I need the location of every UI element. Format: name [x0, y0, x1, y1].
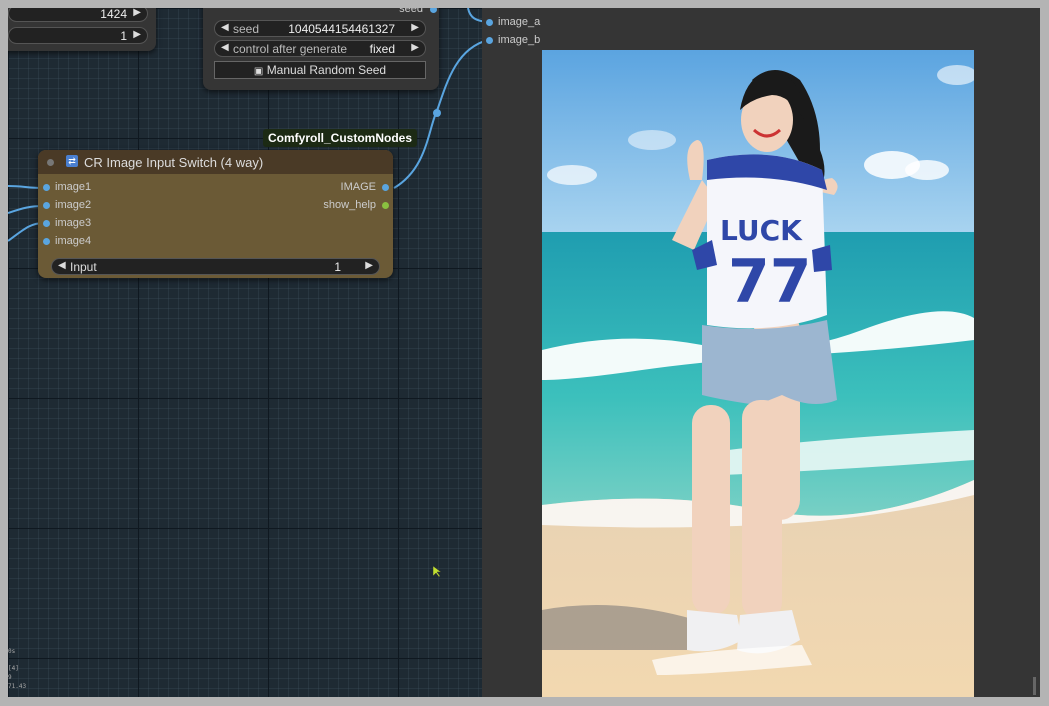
seed-node: seed ◀ seed 1040544154461327 ▶ ◀ control…	[203, 8, 439, 90]
image2-input-port[interactable]	[43, 202, 50, 209]
image3-input-port[interactable]	[43, 220, 50, 227]
comfyroll-tag: Comfyroll_CustomNodes	[263, 129, 418, 147]
mouse-cursor-icon	[433, 566, 442, 578]
shirt-text: LUCK	[720, 214, 803, 247]
seed-output-label: seed	[399, 8, 423, 15]
stat-time: 0s	[8, 648, 16, 655]
dice-icon: ▣	[253, 66, 264, 77]
stat-fps: 71.43	[8, 683, 27, 690]
control-widget-label: control after generate	[233, 42, 348, 56]
seed-widget-value: 1040544154461327	[288, 22, 395, 36]
image-b-input-label: image_b	[498, 34, 541, 46]
top-left-widget-1-value: 1424	[100, 8, 127, 21]
top-left-widget-2[interactable]: 1 ▶	[8, 27, 148, 44]
cr-image-input-switch-node[interactable]: ⇄ CR Image Input Switch (4 way) image1 i…	[38, 150, 393, 278]
beach-photo: LUCK 77	[542, 50, 974, 697]
cr-node-header[interactable]: ⇄ CR Image Input Switch (4 way)	[38, 150, 393, 174]
seed-widget[interactable]: ◀ seed 1040544154461327 ▶	[214, 20, 426, 37]
image-output-label: IMAGE	[340, 181, 376, 193]
show-help-output-port[interactable]	[382, 202, 389, 209]
top-left-widget-2-value: 1	[120, 29, 127, 43]
image-output-port[interactable]	[382, 184, 389, 191]
arrow-right-icon[interactable]: ▶	[133, 8, 141, 18]
preview-image[interactable]: LUCK 77	[542, 50, 974, 697]
shirt-number: 77	[728, 247, 812, 317]
seed-widget-label: seed	[233, 22, 260, 36]
switch-icon: ⇄	[66, 155, 78, 167]
input-widget-label: Input	[70, 260, 97, 274]
control-widget-value: fixed	[369, 42, 395, 56]
cr-node-title: CR Image Input Switch (4 way)	[84, 155, 264, 170]
image3-input-label: image3	[55, 217, 92, 229]
image-b-input-port[interactable]	[486, 37, 493, 44]
collapse-dot-icon[interactable]	[47, 159, 54, 166]
image-a-input-label: image_a	[498, 16, 541, 28]
manual-random-seed-label: Manual Random Seed	[266, 63, 387, 77]
arrow-right-icon[interactable]: ▶	[365, 260, 373, 271]
arrow-left-icon[interactable]: ◀	[221, 42, 229, 53]
top-left-node: 1424 ▶ 1 ▶	[8, 8, 156, 51]
resize-handle[interactable]	[1033, 677, 1036, 695]
arrow-left-icon[interactable]: ◀	[58, 260, 66, 271]
show-help-output-label: show_help	[323, 199, 376, 211]
arrow-right-icon[interactable]: ▶	[411, 42, 419, 53]
node-canvas[interactable]: 1424 ▶ 1 ▶ seed ◀ seed 1040544154461327 …	[8, 8, 1040, 697]
input-widget-value: 1	[334, 260, 341, 274]
control-after-generate-widget[interactable]: ◀ control after generate fixed ▶	[214, 40, 426, 57]
stat-queue: [4]	[8, 665, 19, 672]
image4-input-port[interactable]	[43, 238, 50, 245]
arrow-left-icon[interactable]: ◀	[221, 22, 229, 33]
image1-input-port[interactable]	[43, 184, 50, 191]
image4-input-label: image4	[55, 235, 92, 247]
arrow-right-icon[interactable]: ▶	[133, 29, 141, 40]
input-selector-widget[interactable]: ◀ Input 1 ▶	[51, 258, 380, 275]
image-a-input-port[interactable]	[486, 19, 493, 26]
manual-random-seed-button[interactable]: ▣ Manual Random Seed	[214, 61, 426, 79]
image2-input-label: image2	[55, 199, 92, 211]
stat-count: 9	[8, 674, 12, 681]
image1-input-label: image1	[55, 181, 92, 193]
top-left-widget-1[interactable]: 1424 ▶	[8, 8, 148, 22]
image-compare-preview-node[interactable]: image_a image_b LUCK 77	[482, 8, 1040, 697]
arrow-right-icon[interactable]: ▶	[411, 22, 419, 33]
